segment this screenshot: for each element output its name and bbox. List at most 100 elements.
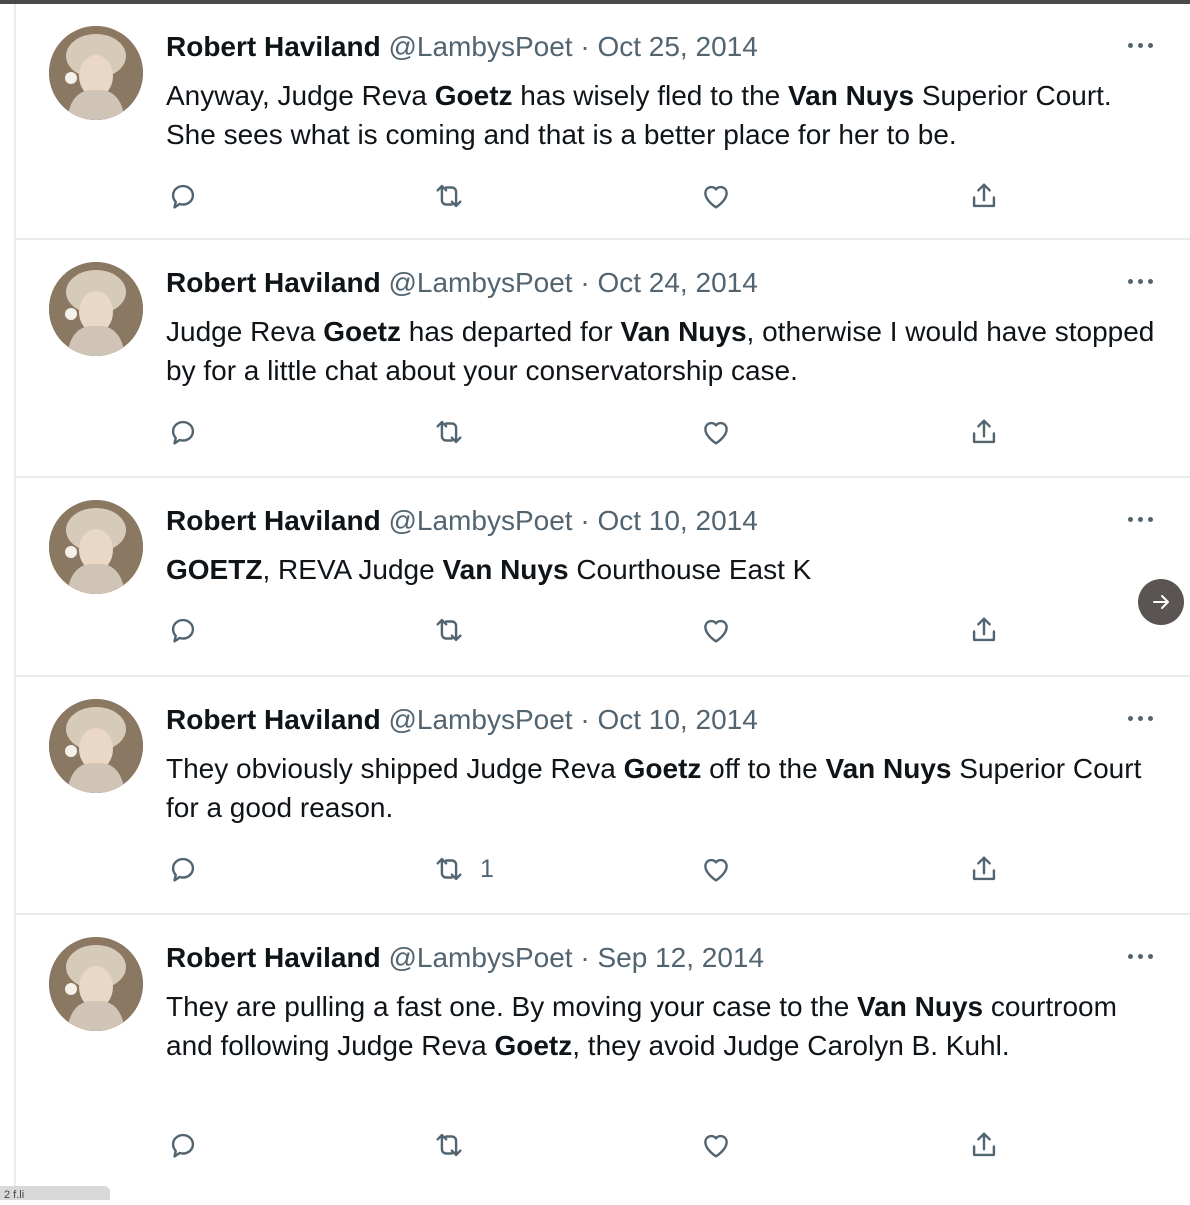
- tweet-text: GOETZ, REVA Judge Van Nuys Courthouse Ea…: [166, 550, 1166, 589]
- tweet-date[interactable]: Oct 24, 2014: [597, 267, 757, 298]
- author-handle[interactable]: @LambysPoet: [388, 505, 572, 536]
- share-button[interactable]: [967, 1125, 1001, 1165]
- tweet-header: Robert Haviland @LambysPoet · Oct 24, 20…: [166, 266, 758, 300]
- tweet[interactable]: Robert Haviland @LambysPoet · Oct 24, 20…: [16, 240, 1190, 478]
- arrow-right-icon: [1153, 595, 1169, 609]
- header-separator: ·: [580, 505, 590, 536]
- avatar[interactable]: [49, 937, 143, 1031]
- avatar-image: [49, 699, 143, 793]
- author-handle[interactable]: @LambysPoet: [388, 704, 572, 735]
- retweet-button[interactable]: [432, 1125, 480, 1165]
- author-name[interactable]: Robert Haviland: [166, 505, 381, 536]
- author-handle[interactable]: @LambysPoet: [388, 267, 572, 298]
- highlighted-term: Van Nuys: [857, 991, 984, 1022]
- more-icon[interactable]: [1120, 264, 1160, 298]
- tweet-date[interactable]: Oct 25, 2014: [597, 31, 757, 62]
- like-icon: [704, 185, 728, 209]
- next-arrow-button[interactable]: [1138, 579, 1184, 625]
- header-separator: ·: [580, 704, 590, 735]
- like-button[interactable]: [699, 1125, 733, 1165]
- reply-icon: [171, 1133, 195, 1158]
- highlighted-term: Van Nuys: [442, 554, 569, 585]
- avatar[interactable]: [49, 26, 143, 120]
- author-name[interactable]: Robert Haviland: [166, 31, 381, 62]
- author-handle[interactable]: @LambysPoet: [388, 942, 572, 973]
- share-button[interactable]: [967, 412, 1001, 452]
- highlighted-term: Van Nuys: [825, 753, 952, 784]
- tweet-text: They are pulling a fast one. By moving y…: [166, 987, 1166, 1065]
- tweet-date[interactable]: Oct 10, 2014: [597, 704, 757, 735]
- highlighted-term: Van Nuys: [620, 316, 747, 347]
- author-handle[interactable]: @LambysPoet: [388, 31, 572, 62]
- retweet-icon: [436, 420, 462, 444]
- more-icon[interactable]: [1120, 28, 1160, 62]
- text-segment: has departed for: [401, 316, 621, 347]
- share-icon: [972, 419, 996, 444]
- highlighted-term: Goetz: [323, 316, 401, 347]
- like-button[interactable]: [699, 849, 733, 889]
- tweet[interactable]: Robert Haviland @LambysPoet · Sep 12, 20…: [16, 915, 1190, 1205]
- text-segment: They obviously shipped Judge Reva: [166, 753, 624, 784]
- reply-button[interactable]: [166, 610, 200, 650]
- like-icon: [704, 421, 728, 445]
- tweet[interactable]: Robert Haviland @LambysPoet · Oct 10, 20…: [16, 677, 1190, 915]
- text-segment: Courthouse East K: [568, 554, 812, 585]
- share-icon: [972, 1132, 996, 1157]
- text-segment: Judge Reva: [166, 316, 324, 347]
- tweet-date[interactable]: Oct 10, 2014: [597, 505, 757, 536]
- like-icon: [704, 858, 728, 882]
- share-button[interactable]: [967, 849, 1001, 889]
- tweet-header: Robert Haviland @LambysPoet · Sep 12, 20…: [166, 941, 764, 975]
- share-button[interactable]: [967, 176, 1001, 216]
- reply-button[interactable]: [166, 849, 200, 889]
- text-segment: has wisely fled to the: [512, 80, 788, 111]
- avatar-image: [49, 26, 143, 120]
- author-name[interactable]: Robert Haviland: [166, 704, 381, 735]
- highlighted-term: Goetz: [623, 753, 702, 784]
- reply-button[interactable]: [166, 176, 200, 216]
- like-icon: [704, 1134, 728, 1158]
- avatar[interactable]: [49, 699, 143, 793]
- retweet-button[interactable]: [432, 176, 480, 216]
- tweet-actions: [166, 412, 1046, 452]
- retweet-button[interactable]: 1: [432, 849, 494, 889]
- avatar[interactable]: [49, 262, 143, 356]
- tweet-text: Anyway, Judge Reva Goetz has wisely fled…: [166, 76, 1166, 154]
- reply-icon: [171, 857, 195, 882]
- more-icon[interactable]: [1120, 701, 1160, 735]
- avatar[interactable]: [49, 500, 143, 594]
- tweet[interactable]: Robert Haviland @LambysPoet · Oct 25, 20…: [16, 4, 1190, 240]
- more-icon[interactable]: [1120, 502, 1160, 536]
- like-button[interactable]: [699, 610, 733, 650]
- share-button[interactable]: [967, 610, 1001, 650]
- tweet-timeline: Robert Haviland @LambysPoet · Oct 25, 20…: [16, 4, 1190, 1205]
- retweet-button[interactable]: [432, 412, 480, 452]
- more-icon[interactable]: [1120, 939, 1160, 973]
- header-separator: ·: [580, 31, 590, 62]
- highlighted-term: Van Nuys: [788, 80, 915, 111]
- author-name[interactable]: Robert Haviland: [166, 942, 381, 973]
- author-name[interactable]: Robert Haviland: [166, 267, 381, 298]
- highlighted-term: Goetz: [494, 1030, 573, 1061]
- tweet-date[interactable]: Sep 12, 2014: [597, 942, 764, 973]
- text-segment: , they avoid Judge Carolyn B. Kuhl.: [572, 1030, 1010, 1061]
- retweet-icon: [436, 618, 462, 642]
- share-icon: [972, 183, 996, 208]
- retweet-button[interactable]: [432, 610, 480, 650]
- tweet-header: Robert Haviland @LambysPoet · Oct 10, 20…: [166, 504, 758, 538]
- retweet-count: 1: [480, 854, 494, 883]
- reply-button[interactable]: [166, 412, 200, 452]
- reply-button[interactable]: [166, 1125, 200, 1165]
- reply-icon: [171, 420, 195, 445]
- like-button[interactable]: [699, 176, 733, 216]
- tweet-actions: [166, 176, 1046, 216]
- like-button[interactable]: [699, 412, 733, 452]
- tweet-actions: [166, 1125, 1046, 1165]
- text-segment: They are pulling a fast one. By moving y…: [166, 991, 858, 1022]
- highlighted-term: GOETZ: [166, 554, 263, 585]
- retweet-icon: [436, 1133, 462, 1157]
- avatar-image: [49, 500, 143, 594]
- tweet[interactable]: Robert Haviland @LambysPoet · Oct 10, 20…: [16, 478, 1190, 677]
- tweet-header: Robert Haviland @LambysPoet · Oct 10, 20…: [166, 703, 758, 737]
- tweet-actions: 1: [166, 849, 1046, 889]
